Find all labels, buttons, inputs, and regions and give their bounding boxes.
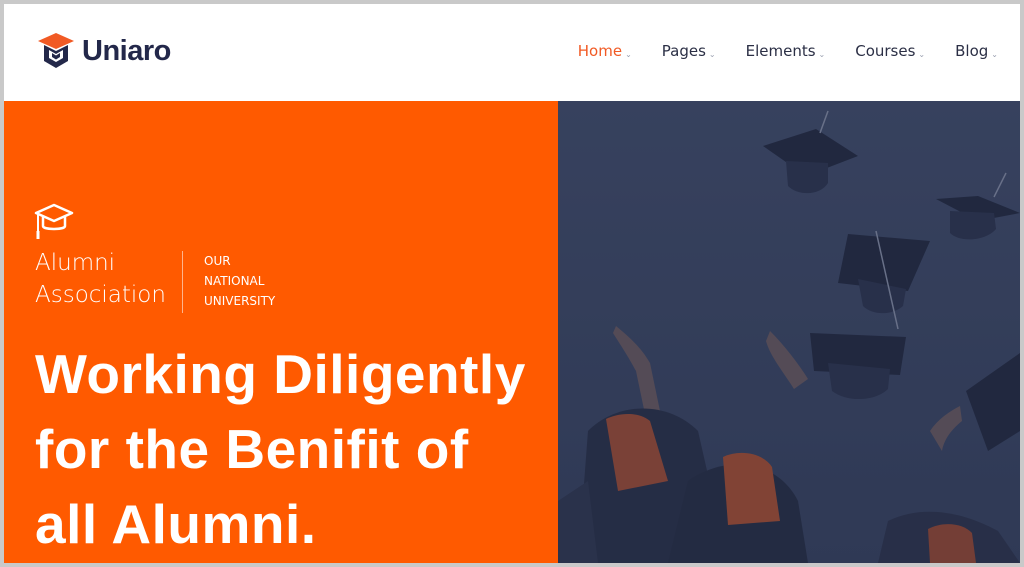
university-tagline: OUR NATIONAL UNIVERSITY: [204, 251, 324, 311]
vertical-divider: [182, 251, 183, 313]
brand-name: Uniaro: [82, 34, 171, 67]
main-nav: Home ⌄ Pages ⌄ Elements ⌄ Courses ⌄ Blog…: [548, 42, 998, 60]
browser-frame: Uniaro Home ⌄ Pages ⌄ Elements ⌄ Courses…: [0, 0, 1024, 567]
nav-item-pages[interactable]: Pages ⌄: [662, 42, 716, 60]
nav-label: Blog: [955, 42, 989, 60]
hero-photo-panel: [558, 101, 1020, 563]
chevron-down-icon: ⌄: [818, 49, 826, 59]
site-logo[interactable]: Uniaro: [36, 31, 171, 71]
association-line: Association: [35, 282, 166, 308]
chevron-down-icon: ⌄: [625, 49, 632, 59]
hero-text-panel: Alumni Association OUR NATIONAL UNIVERSI…: [4, 101, 558, 563]
nav-item-elements[interactable]: Elements ⌄: [746, 42, 826, 60]
heading-line: Working Diligently: [35, 343, 526, 405]
nav-label: Home: [577, 42, 623, 60]
nav-label: Courses: [855, 42, 916, 60]
hero-heading: Working Diligently for the Benifit of al…: [35, 337, 550, 562]
heading-line: all Alumni.: [35, 493, 317, 555]
graduation-photo: [558, 101, 1020, 563]
hero-section: Alumni Association OUR NATIONAL UNIVERSI…: [4, 101, 1020, 563]
tagline-line: UNIVERSITY: [204, 294, 276, 308]
chevron-down-icon: ⌄: [991, 49, 998, 59]
association-line: Alumni: [35, 250, 116, 276]
tagline-line: OUR: [204, 254, 231, 268]
nav-item-courses[interactable]: Courses ⌄: [855, 42, 925, 60]
tagline-line: NATIONAL: [204, 274, 265, 288]
association-title: Alumni Association: [35, 247, 175, 311]
nav-item-home[interactable]: Home ⌄: [578, 42, 632, 60]
site-header: Uniaro Home ⌄ Pages ⌄ Elements ⌄ Courses…: [4, 4, 1020, 101]
nav-item-blog[interactable]: Blog ⌄: [955, 42, 998, 60]
heading-line: for the Benifit of: [35, 418, 469, 480]
chevron-down-icon: ⌄: [708, 49, 716, 59]
chevron-down-icon: ⌄: [918, 49, 926, 59]
graduation-cap-icon: [34, 203, 74, 239]
nav-label: Elements: [745, 42, 816, 60]
nav-label: Pages: [661, 42, 706, 60]
graduation-cap-cube-icon: [38, 33, 74, 68]
